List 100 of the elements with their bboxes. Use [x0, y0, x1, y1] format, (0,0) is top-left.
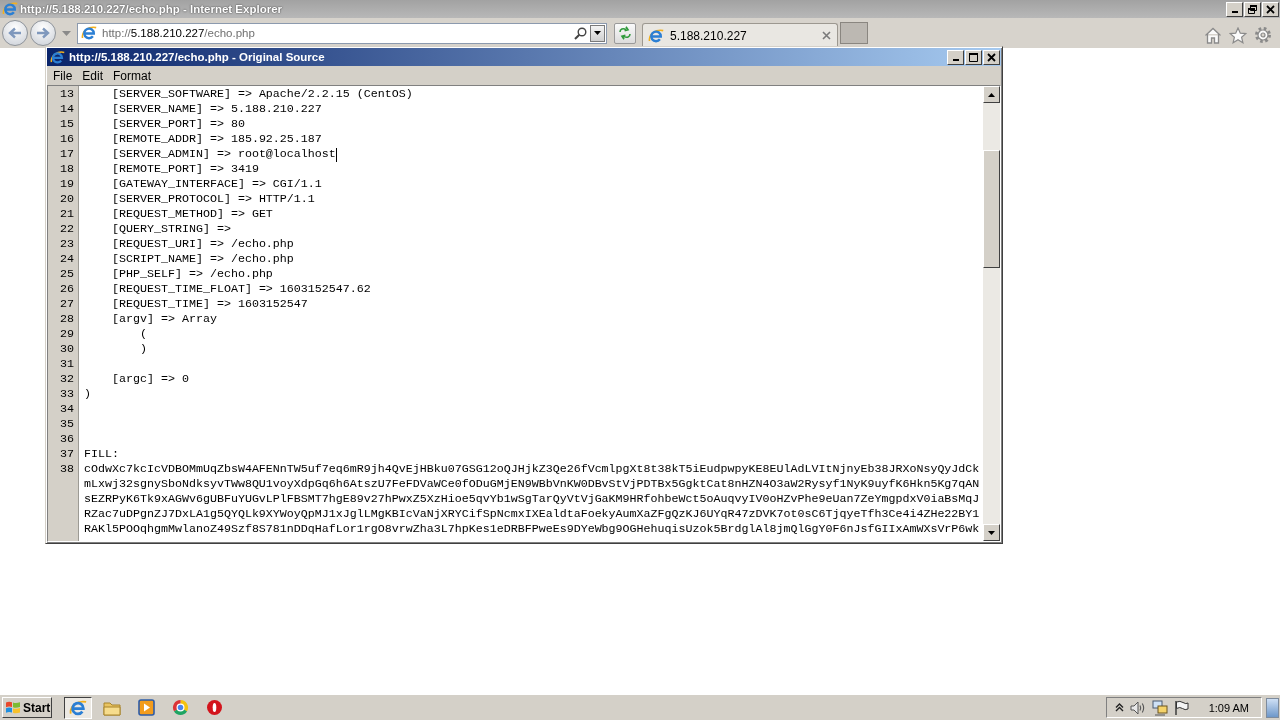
- line-number: 34: [59, 402, 75, 417]
- line-number: 26: [59, 282, 75, 297]
- refresh-icon: [618, 26, 632, 40]
- e-logo-icon: [2, 1, 18, 17]
- minimize-icon: [952, 59, 959, 61]
- start-button[interactable]: Start: [2, 697, 52, 718]
- tab-close-icon[interactable]: [822, 31, 831, 40]
- forward-button[interactable]: [30, 20, 56, 46]
- e-logo-icon: [648, 27, 664, 44]
- line-number: 15: [59, 117, 75, 132]
- segmented-ring-icon: [171, 699, 189, 716]
- line-number: 33: [59, 387, 75, 402]
- line-number: 28: [59, 312, 75, 327]
- code-line: [REMOTE_ADDR] => 185.92.25.187: [112, 132, 322, 147]
- down-triangle-icon: [988, 530, 995, 535]
- line-number: 21: [59, 207, 75, 222]
- menu-item[interactable]: Edit: [77, 68, 109, 83]
- flag-logo-icon: [5, 700, 21, 715]
- line-number: 23: [59, 237, 75, 252]
- code-line: [REQUEST_METHOD] => GET: [112, 207, 273, 222]
- address-field[interactable]: http://5.188.210.227/echo.php: [102, 27, 574, 39]
- menu-item[interactable]: Format: [108, 68, 157, 83]
- line-number: 18: [59, 162, 75, 177]
- play-icon: [137, 699, 155, 716]
- code-line: [SERVER_ADMIN] => root@localhost: [112, 147, 336, 162]
- line-number: 22: [59, 222, 75, 237]
- line-number: 17: [59, 147, 75, 162]
- show-desktop-button[interactable]: [1266, 697, 1279, 718]
- code-line: [SCRIPT_NAME] => /echo.php: [112, 252, 294, 267]
- code-line: cOdwXc7kcIcVDBOMmUqZbsW4AFENnTW5uf7eq6mR9jh4QvEjHBku07GSG12oQJHjkZ3Qe26fVcmlpgXt8t38kT5iEudpwpyKE8EUlAdLVItNjnyEb38JRXoNsyQyJdCkmLxwj32sgnySboNdksyvTWw8QU1voyXdpGq6h6AtszU7FeFDVaWCe0fODuGMjEN9WBbVnKW0DBvStVjPDTBx5GgktCat8nHZN4O3aW2Rysyf1NyK9uyfK6Hkn5Kg7qANsEZRPyK6Tk9xAGWv6gUBFuYUGvLPlFBSMT7hgE89v27hPwxZ5XzHioe5qvYb1wSgTarQyVtVjGaKM9HRfohbeWct5oAuqvyIV0oHZvPhe9eUan7ZeYmgpdxV0iaBsMqJRZac7uDPgnZJ7DxLA1g5QYQLk9XYWoyQpMJ1xJglLMgKBIcVaNjXRYCifSpNcmxIXEaldtaFoekyAumXaZFgQzKJ6UYqR47zDVK7ot0sC6TjqyeTfh3Ce4i4ZHe22BY1RAKl5POOqhgmMwlanoZ49Szf8S781nDDqHafLor1rgO8vrwZha3L7hpKes1eDRBFPweEs9DYeWbg9OGHehuqisUzok5BrdglAl8jmQlGgY0F6nJsfGIIxAmWXsVrP6wk: [84, 462, 980, 537]
- scroll-down-button[interactable]: [983, 524, 1000, 541]
- line-number: 19: [59, 177, 75, 192]
- code-line: [PHP_SELF] => /echo.php: [112, 267, 273, 282]
- restore-icon: [1248, 4, 1257, 14]
- dropdown-button[interactable]: [590, 24, 605, 42]
- search-icon[interactable]: [574, 26, 587, 40]
- restore-button[interactable]: [1244, 1, 1261, 17]
- network-icon[interactable]: [1151, 699, 1168, 716]
- left-arrow-icon: [8, 27, 22, 39]
- line-number: 16: [59, 132, 75, 147]
- up-triangle-icon: [988, 92, 995, 97]
- line-number: 27: [59, 297, 75, 312]
- maximize-icon: [969, 52, 978, 62]
- line-number: 37: [59, 447, 75, 462]
- line-number: 29: [59, 327, 75, 342]
- e-logo-icon: [81, 25, 97, 41]
- caret-icon: [594, 31, 601, 35]
- close-button[interactable]: [1262, 1, 1279, 17]
- code-line: [QUERY_STRING] =>: [112, 222, 231, 237]
- scroll-thumb[interactable]: [983, 150, 1000, 268]
- line-number: 32: [59, 372, 75, 387]
- menu-item[interactable]: File: [48, 68, 78, 83]
- code-line: [SERVER_PORT] => 80: [112, 117, 245, 132]
- code-line: [REMOTE_PORT] => 3419: [112, 162, 259, 177]
- code-line: [SERVER_PROTOCOL] => HTTP/1.1: [112, 192, 315, 207]
- line-number: 14: [59, 102, 75, 117]
- e-logo-icon: [50, 49, 65, 65]
- scrollbar[interactable]: [983, 86, 1000, 541]
- back-button[interactable]: [2, 20, 28, 46]
- line-number: 25: [59, 267, 75, 282]
- e-logo-icon: [69, 698, 87, 717]
- code-line: [argv] => Array: [112, 312, 217, 327]
- folder-icon: [103, 699, 121, 716]
- code-line: [REQUEST_TIME_FLOAT] => 1603152547.62: [112, 282, 371, 297]
- refresh-button[interactable]: [614, 22, 636, 44]
- line-number: 30: [59, 342, 75, 357]
- right-arrow-icon: [36, 27, 50, 39]
- speaker-icon[interactable]: [1129, 700, 1146, 715]
- code-line: [REQUEST_TIME] => 1603152547: [112, 297, 308, 312]
- maximize-button[interactable]: [965, 49, 982, 65]
- close-button[interactable]: [983, 49, 1000, 65]
- minimize-button[interactable]: [947, 49, 964, 65]
- browser-tab[interactable]: 5.188.210.227: [642, 23, 838, 47]
- home-icon[interactable]: [1204, 26, 1222, 44]
- code-line: FILL:: [84, 447, 119, 462]
- chevron-up-icon[interactable]: [1114, 703, 1124, 712]
- code-line: ): [84, 387, 91, 402]
- code-line: (: [139, 327, 147, 342]
- star-icon[interactable]: [1229, 26, 1247, 44]
- taskbar-button[interactable]: [64, 696, 92, 719]
- code-line: [REQUEST_URI] => /echo.php: [112, 237, 294, 252]
- line-number: 20: [59, 192, 75, 207]
- clock[interactable]: 1:09 AM: [1208, 701, 1249, 714]
- minimize-button[interactable]: [1226, 1, 1243, 17]
- code-line: [SERVER_NAME] => 5.188.210.227: [112, 102, 322, 117]
- line-number: 35: [59, 417, 75, 432]
- code-line: [SERVER_SOFTWARE] => Apache/2.2.15 (CentOS): [112, 87, 413, 102]
- source-window-title: http://5.188.210.227/echo.php - Original Source: [69, 51, 325, 63]
- line-number: 36: [59, 432, 75, 447]
- oval-ring-icon: [205, 699, 223, 716]
- line-number: 13: [59, 87, 75, 102]
- scroll-up-button[interactable]: [983, 86, 1000, 103]
- flag-icon[interactable]: [1173, 700, 1189, 715]
- close-icon: [987, 52, 996, 62]
- minimize-icon: [1231, 11, 1238, 13]
- code-line: [GATEWAY_INTERFACE] => CGI/1.1: [112, 177, 322, 192]
- window-title: http://5.188.210.227/echo.php - Internet Explorer: [20, 3, 283, 15]
- line-number: 31: [59, 357, 75, 372]
- line-number: 24: [59, 252, 75, 267]
- settings-icon[interactable]: [1254, 26, 1272, 44]
